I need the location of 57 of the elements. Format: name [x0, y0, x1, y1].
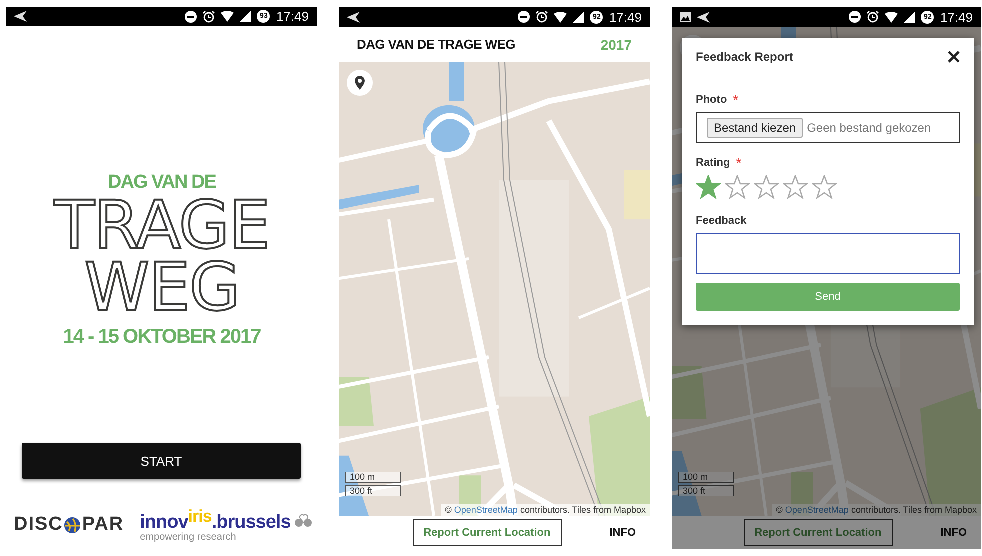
navigation-arrow-icon [697, 12, 710, 22]
field-label: Feedback [696, 215, 747, 227]
close-button[interactable] [948, 51, 960, 63]
empty-star-icon[interactable] [754, 175, 779, 199]
sponsor-tagline: empowering research [140, 532, 238, 543]
info-link[interactable]: INFO [610, 526, 636, 538]
scale-bar-metric: 100 m [345, 472, 401, 483]
globe-icon [64, 516, 82, 534]
map-pin-icon [355, 76, 365, 90]
field-label: Rating [696, 157, 730, 169]
empty-star-icon[interactable] [783, 175, 808, 199]
openstreetmap-link[interactable]: OpenStreetMap [454, 505, 518, 515]
heart-cloud-icon [294, 514, 314, 527]
start-button[interactable]: START [22, 443, 301, 479]
signal-icon [904, 12, 916, 22]
map-attribution: © OpenStreetMap contributors. Tiles from Mapbox [772, 504, 981, 516]
signal-icon [240, 11, 252, 22]
required-mark: * [736, 157, 742, 169]
logo-subtitle: DAG VAN DE [108, 170, 216, 195]
scale-bar-imperial: 300 ft [345, 485, 401, 496]
app-title: DAG VAN DE TRAGE WEG [357, 37, 516, 52]
event-year: 2017 [600, 36, 632, 52]
clock-time: 17:49 [609, 10, 642, 24]
clock-time: 17:49 [276, 9, 309, 24]
alarm-clock-icon [867, 11, 880, 23]
filled-star-icon[interactable] [696, 175, 721, 199]
do-not-disturb-icon [518, 11, 530, 23]
feedback-text-area[interactable] [696, 233, 960, 274]
wifi-icon [554, 12, 568, 22]
alarm-clock-icon [536, 11, 548, 23]
dialog-title: Feedback Report [696, 50, 794, 64]
choose-file-button[interactable]: Bestand kiezen [707, 118, 804, 138]
map-attribution: © OpenStreetMap contributors. Tiles from Mapbox [441, 504, 650, 516]
sponsor-logo-text: DISC [14, 514, 64, 536]
required-mark: * [733, 94, 739, 106]
navigation-arrow-icon [14, 11, 27, 22]
report-location-button[interactable]: Report Current Location [412, 519, 562, 546]
clock-time: 17:49 [940, 10, 973, 24]
empty-star-icon[interactable] [812, 175, 837, 199]
sponsor-logo-text: innov$^{iris}$.brussels [140, 507, 291, 533]
empty-star-icon[interactable] [725, 175, 750, 199]
file-input[interactable]: Bestand kiezen Geen bestand gekozen [696, 112, 960, 143]
signal-icon [573, 12, 584, 22]
logo-title: WEG [84, 256, 240, 319]
event-dates: 14 - 15 OKTOBER 2017 [63, 324, 261, 349]
close-icon [948, 51, 960, 63]
file-status: Geen bestand gekozen [807, 120, 932, 134]
sponsor-logo-text: PAR [82, 514, 124, 536]
do-not-disturb-icon [849, 11, 862, 23]
alarm-clock-icon [203, 10, 216, 23]
navigation-arrow-icon [347, 12, 360, 22]
do-not-disturb-icon [185, 10, 198, 23]
wifi-icon [885, 12, 898, 22]
info-link[interactable]: INFO [940, 526, 967, 538]
wifi-icon [221, 11, 234, 22]
field-label: Photo [696, 94, 728, 106]
logo-title: TRAGE [54, 194, 270, 257]
